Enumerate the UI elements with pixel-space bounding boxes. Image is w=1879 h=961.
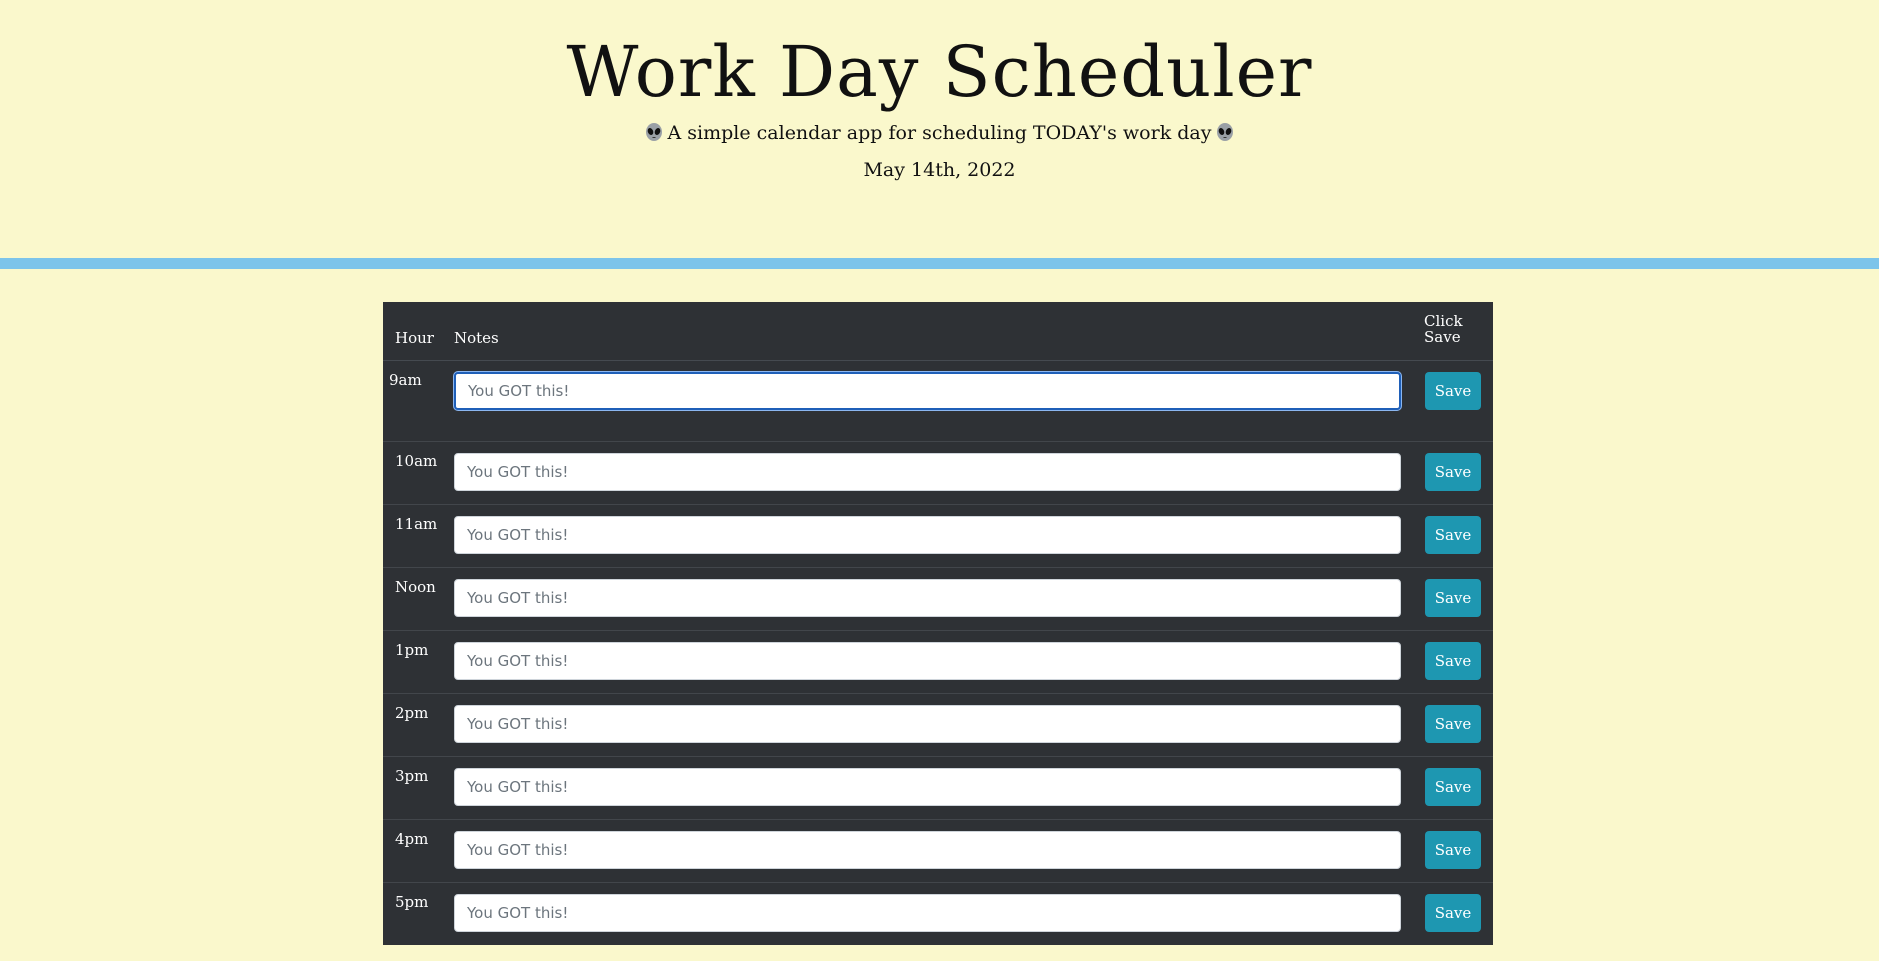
table-row: 1pm Save — [383, 631, 1493, 694]
save-button[interactable]: Save — [1425, 579, 1481, 617]
save-button[interactable]: Save — [1425, 372, 1481, 410]
save-button[interactable]: Save — [1425, 831, 1481, 869]
save-button[interactable]: Save — [1425, 768, 1481, 806]
notes-input[interactable] — [454, 516, 1401, 554]
notes-input[interactable] — [454, 831, 1401, 869]
notes-input[interactable] — [454, 705, 1401, 743]
alien-icon — [1217, 123, 1234, 141]
hour-label: 2pm — [395, 704, 429, 722]
table-row: 2pm Save — [383, 694, 1493, 757]
table-row: 3pm Save — [383, 757, 1493, 820]
hour-label: 4pm — [395, 830, 429, 848]
table-row: Noon Save — [383, 568, 1493, 631]
notes-input[interactable] — [454, 579, 1401, 617]
save-button[interactable]: Save — [1425, 894, 1481, 932]
table-row: 5pm Save — [383, 883, 1493, 945]
notes-input[interactable] — [454, 453, 1401, 491]
hour-label: 10am — [395, 452, 438, 470]
notes-input[interactable] — [454, 768, 1401, 806]
hour-label: 3pm — [395, 767, 429, 785]
hour-label: 1pm — [395, 641, 429, 659]
page-title: Work Day Scheduler — [566, 31, 1313, 113]
notes-input[interactable] — [454, 642, 1401, 680]
table-row: 11am Save — [383, 505, 1493, 568]
notes-input[interactable] — [454, 372, 1401, 410]
table-row: 10am Save — [383, 442, 1493, 505]
alien-icon — [645, 123, 662, 141]
save-button[interactable]: Save — [1425, 642, 1481, 680]
table-row: 9am Save — [383, 361, 1493, 442]
hour-label: 5pm — [395, 893, 429, 911]
hour-label: Noon — [395, 578, 436, 596]
column-header-save: Click Save — [1424, 312, 1463, 346]
save-button[interactable]: Save — [1425, 705, 1481, 743]
page-subtitle: A simple calendar app for scheduling TOD… — [0, 120, 1879, 146]
hour-label: 11am — [395, 515, 438, 533]
current-date: May 14th, 2022 — [863, 159, 1016, 181]
column-header-notes: Notes — [454, 329, 499, 347]
table-header: Hour Notes Click Save — [383, 302, 1493, 361]
schedule-table: Hour Notes Click Save 9am Save 10am Save… — [383, 302, 1493, 945]
subtitle-text: A simple calendar app for scheduling TOD… — [667, 122, 1212, 144]
hour-label: 9am — [389, 371, 422, 389]
column-header-hour: Hour — [395, 329, 434, 347]
table-row: 4pm Save — [383, 820, 1493, 883]
header-divider — [0, 258, 1879, 269]
page-header: Work Day Scheduler A simple calendar app… — [0, 0, 1879, 258]
notes-input[interactable] — [454, 894, 1401, 932]
save-button[interactable]: Save — [1425, 453, 1481, 491]
save-button[interactable]: Save — [1425, 516, 1481, 554]
